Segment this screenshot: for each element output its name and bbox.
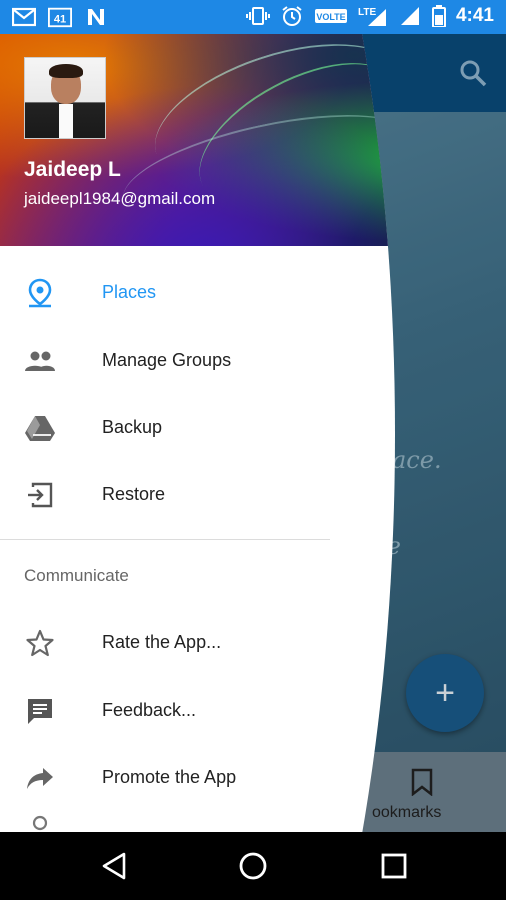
drive-icon (24, 412, 56, 444)
lte-signal-icon: LTE (358, 5, 388, 27)
n-app-icon (84, 6, 108, 28)
volte-label: VOLTE (316, 12, 345, 22)
vibrate-icon (245, 5, 270, 27)
menu-item-promote-app[interactable]: Promote the App (0, 744, 360, 811)
back-icon[interactable] (98, 850, 130, 882)
alarm-icon (280, 5, 304, 27)
calendar-badge: 41 (54, 14, 66, 26)
status-bar: 41 VOLTE LTE 4:41 (0, 0, 506, 34)
status-time: 4:41 (455, 5, 494, 26)
menu-label-restore: Restore (102, 484, 166, 504)
menu-item-rate-app[interactable]: Rate the App... (0, 609, 360, 676)
home-icon[interactable] (237, 850, 269, 882)
menu-label-rate-app: Rate the App... (102, 632, 222, 652)
group-icon (24, 345, 56, 377)
menu-label-promote-app: Promote the App (102, 767, 237, 787)
system-nav-bar (0, 832, 506, 900)
menu-label-feedback: Feedback... (102, 700, 197, 720)
menu-label-backup: Backup (102, 417, 163, 437)
recents-icon[interactable] (378, 850, 410, 882)
menu-label-manage-groups: Manage Groups (102, 350, 232, 370)
menu-item-feedback[interactable]: Feedback... (0, 677, 360, 744)
login-arrow-icon (24, 479, 56, 511)
menu-item-manage-groups[interactable]: Manage Groups (0, 327, 360, 394)
lte-label: LTE (358, 7, 376, 18)
signal-icon (398, 5, 422, 27)
feedback-icon (24, 695, 56, 727)
battery-icon (431, 5, 446, 27)
avatar[interactable] (24, 57, 106, 139)
calendar-icon: 41 (48, 6, 72, 28)
partial-item-icon (24, 812, 56, 832)
gmail-icon (12, 6, 36, 28)
status-right-icons: VOLTE LTE 4:41 (245, 5, 494, 27)
user-email: jaideepl1984@gmail.com (24, 189, 216, 208)
menu-item-partial[interactable] (0, 812, 360, 832)
status-left-icons: 41 (12, 6, 108, 28)
place-marker-icon (24, 277, 56, 309)
menu-item-restore[interactable]: Restore (0, 461, 360, 528)
menu-item-places[interactable]: Places (0, 259, 360, 326)
volte-icon: VOLTE (314, 5, 348, 27)
menu-divider (0, 539, 330, 540)
user-name: Jaideep L (24, 158, 121, 181)
menu-label-places: Places (102, 282, 157, 302)
section-title-communicate: Communicate (24, 566, 129, 585)
menu-item-backup[interactable]: Backup (0, 394, 360, 461)
star-outline-icon (24, 627, 56, 659)
share-arrow-icon (24, 762, 56, 794)
